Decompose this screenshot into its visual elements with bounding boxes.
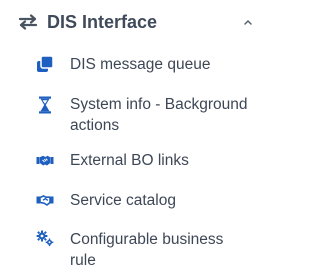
menu-item-label: System info - Background actions [70,96,248,134]
menu-item-system-info[interactable]: System info - Background actions [0,94,261,138]
arrows-exchange-icon [18,14,38,30]
handshake-icon [36,195,54,206]
menu-item-label: Service catalog [70,192,176,209]
section-header-dis-interface[interactable]: DIS Interface [0,0,261,46]
hourglass-icon [39,96,51,114]
chevron-up-icon[interactable] [243,18,253,26]
menu-item-label: DIS message queue [70,56,211,73]
menu-item-external-bo-links[interactable]: External BO links [0,150,261,172]
section-title: DIS Interface [47,12,158,32]
menu-item-label: External BO links [70,152,189,169]
layers-icon [37,55,54,72]
cogs-icon [36,230,54,247]
menu-item-service-catalog[interactable]: Service catalog [0,190,261,212]
menu-item-label: Configurable business rule [70,231,224,269]
menu-item-configurable-business-rule[interactable]: Configurable business rule [0,229,261,273]
handshake-icon [36,155,54,166]
sidebar-panel: DIS Interface DIS message queue System i… [0,0,261,276]
menu-item-dis-message-queue[interactable]: DIS message queue [0,54,261,76]
